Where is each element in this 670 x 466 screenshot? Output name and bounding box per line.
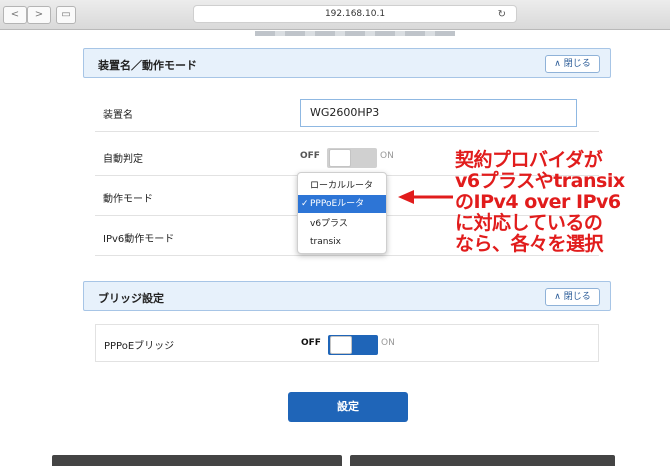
toggle-off-label: OFF: [301, 338, 321, 348]
dropdown-option-label: PPPoEルータ: [310, 199, 365, 209]
reload-icon[interactable]: ↻: [498, 6, 506, 23]
address-bar[interactable]: 192.168.10.1 ↻: [193, 5, 517, 23]
annotation-line: v6プラスやtransix: [455, 170, 625, 192]
bottom-tabs: [52, 455, 617, 466]
close-section-button[interactable]: ∧ 閉じる: [545, 288, 600, 306]
forward-button[interactable]: >: [27, 6, 51, 24]
device-name-input[interactable]: WG2600HP3: [300, 99, 577, 127]
browser-toolbar: < > ▭ 192.168.10.1 ↻: [0, 0, 670, 30]
dropdown-option[interactable]: v6プラス: [298, 215, 386, 233]
dropdown-option[interactable]: ローカルルータ: [298, 177, 386, 195]
loading-indicator: [255, 31, 455, 36]
annotation-line: に対応しているの: [455, 212, 603, 234]
section-title: 装置名／動作モード: [98, 59, 197, 72]
submit-button[interactable]: 設定: [288, 392, 408, 422]
toggle-on-label: ON: [380, 151, 394, 161]
pppoe-bridge-toggle[interactable]: OFF ON: [301, 335, 421, 355]
close-section-button[interactable]: ∧ 閉じる: [545, 55, 600, 73]
section-header: 装置名／動作モード ∧ 閉じる: [83, 48, 611, 78]
mode-label: 動作モード: [103, 194, 153, 205]
auto-detect-label: 自動判定: [103, 154, 143, 165]
back-button[interactable]: <: [3, 6, 27, 24]
section-bridge-header: ブリッジ設定 ∧ 閉じる: [83, 281, 611, 311]
annotation-line: 契約プロバイダが: [455, 149, 603, 171]
toggle-on-label: ON: [381, 338, 395, 348]
ipv6-mode-label: IPv6動作モード: [103, 234, 175, 245]
annotation-arrow-icon: [398, 190, 453, 204]
dropdown-option[interactable]: transix: [298, 233, 386, 251]
annotation-line: なら、各々を選択: [455, 233, 604, 255]
bottom-tab[interactable]: [52, 455, 342, 466]
toggle-off-label: OFF: [300, 151, 320, 161]
auto-detect-toggle[interactable]: OFF ON: [300, 148, 420, 168]
sidebar-toggle-icon[interactable]: ▭: [56, 6, 76, 24]
annotation-text: 契約プロバイダが v6プラスやtransix のIPv4 over IPv6 に…: [455, 150, 625, 255]
mode-dropdown-menu[interactable]: ローカルルータ ✓ PPPoEルータ v6プラス transix: [297, 172, 387, 254]
toggle-knob[interactable]: [329, 149, 351, 167]
bottom-tab[interactable]: [350, 455, 615, 466]
check-icon: ✓: [301, 199, 309, 209]
section-title: ブリッジ設定: [98, 292, 164, 305]
section-device-mode-header: 装置名／動作モード ∧ 閉じる: [83, 48, 611, 78]
section-header: ブリッジ設定 ∧ 閉じる: [83, 281, 611, 311]
device-name-row: 装置名 WG2600HP3: [95, 94, 599, 132]
device-name-label: 装置名: [103, 110, 133, 121]
annotation-line: のIPv4 over IPv6: [455, 191, 621, 213]
toggle-knob[interactable]: [330, 336, 352, 354]
url-text: 192.168.10.1: [324, 9, 386, 19]
pppoe-bridge-label: PPPoEブリッジ: [104, 341, 175, 352]
dropdown-option-selected[interactable]: ✓ PPPoEルータ: [298, 195, 386, 213]
pppoe-bridge-row: PPPoEブリッジ OFF ON: [95, 324, 599, 362]
